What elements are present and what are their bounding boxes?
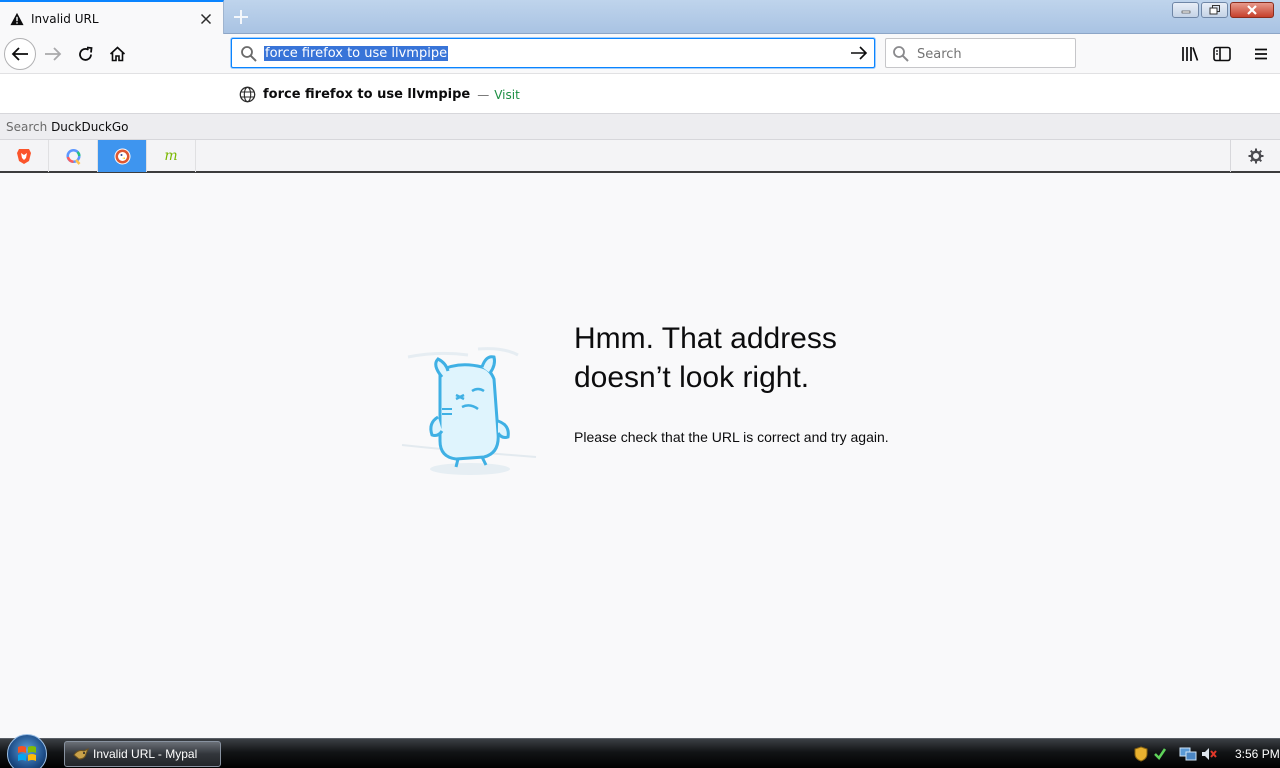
update-check-icon[interactable]: [1153, 746, 1167, 762]
url-bar[interactable]: force firefox to use llvmpipe: [231, 38, 875, 68]
arrow-left-icon: [11, 47, 28, 61]
menu-button[interactable]: [1249, 42, 1273, 66]
go-arrow-icon[interactable]: [850, 44, 868, 62]
search-input[interactable]: Search: [885, 38, 1076, 68]
engine-button-mojeek[interactable]: m: [147, 140, 196, 172]
url-input-value[interactable]: force firefox to use llvmpipe: [264, 46, 449, 61]
one-off-search-engines: m: [0, 140, 1280, 173]
globe-icon: [239, 86, 256, 103]
url-suggestions-popup: force firefox to use llvmpipe — Visit: [0, 74, 1280, 114]
engine-button-brave[interactable]: [0, 140, 49, 172]
new-tab-button[interactable]: [228, 4, 254, 30]
windows-logo-icon: [18, 746, 36, 761]
taskbar: Invalid URL - Mypal 3:56 PM: [0, 734, 1280, 768]
error-description: Please check that the URL is correct and…: [574, 429, 889, 445]
search-placeholder: Search: [917, 47, 962, 62]
back-button[interactable]: [4, 38, 36, 70]
search-settings-button[interactable]: [1230, 140, 1280, 172]
system-tray: 3:56 PM: [1125, 739, 1280, 768]
tab-invalid-url[interactable]: Invalid URL: [0, 0, 224, 35]
window-controls: [1172, 2, 1274, 18]
tab-close-icon[interactable]: [194, 7, 218, 31]
confused-monster-illustration: [401, 347, 537, 475]
minimize-icon: [1181, 10, 1190, 14]
library-icon: [1182, 47, 1199, 61]
suggestion-action: Visit: [494, 87, 520, 102]
close-icon: [1247, 5, 1257, 15]
library-button[interactable]: [1178, 42, 1202, 66]
start-button[interactable]: [7, 734, 47, 768]
search-icon: [241, 46, 257, 62]
tab-strip: Invalid URL: [0, 0, 1280, 35]
search-with-engine: DuckDuckGo: [51, 120, 129, 134]
suggestion-separator: —: [477, 87, 490, 102]
suggestion-row[interactable]: force firefox to use llvmpipe — Visit: [239, 86, 520, 103]
sidebar-toggle-button[interactable]: [1210, 42, 1234, 66]
network-icon[interactable]: [1179, 746, 1197, 762]
brave-icon: [17, 148, 31, 164]
volume-muted-icon[interactable]: [1201, 746, 1217, 762]
plus-icon: [234, 10, 248, 24]
close-window-button[interactable]: [1230, 2, 1274, 18]
error-page: Hmm. That address doesn’t look right. Pl…: [0, 175, 1280, 738]
error-title: Hmm. That address doesn’t look right.: [574, 319, 934, 397]
sidebar-icon: [1213, 46, 1231, 62]
taskbar-button-label: Invalid URL - Mypal: [93, 747, 198, 761]
engine-button-qwant[interactable]: [49, 140, 98, 172]
search-icon: [893, 46, 909, 62]
warning-icon: [10, 12, 24, 25]
reload-icon: [78, 46, 92, 61]
duckduckgo-icon: [114, 148, 130, 164]
security-shield-icon[interactable]: [1133, 746, 1149, 762]
search-with-header: Search DuckDuckGo: [0, 114, 1280, 140]
error-title-line-2: doesn’t look right.: [574, 361, 810, 394]
taskbar-button-mypal[interactable]: Invalid URL - Mypal: [64, 741, 221, 767]
gear-icon: [1248, 148, 1263, 164]
hamburger-menu-icon: [1255, 48, 1267, 60]
suggestion-text: force firefox to use llvmpipe: [263, 87, 471, 102]
navigation-toolbar: force firefox to use llvmpipe Search: [0, 34, 1280, 74]
forward-button[interactable]: [37, 38, 69, 70]
error-title-line-1: Hmm. That address: [574, 322, 837, 355]
home-button[interactable]: [101, 38, 133, 70]
engine-button-duckduckgo[interactable]: [98, 140, 147, 172]
tab-title: Invalid URL: [31, 11, 99, 26]
reload-button[interactable]: [69, 38, 101, 70]
search-with-prefix: Search: [6, 120, 48, 134]
arrow-right-icon: [45, 47, 62, 61]
home-icon: [109, 46, 125, 62]
mypal-app-icon: [73, 747, 89, 760]
mojeek-icon: m: [164, 148, 178, 164]
clock[interactable]: 3:56 PM: [1235, 747, 1280, 761]
restore-icon: [1209, 5, 1220, 15]
minimize-button[interactable]: [1172, 2, 1199, 18]
restore-button[interactable]: [1201, 2, 1228, 18]
qwant-icon: [65, 148, 81, 165]
